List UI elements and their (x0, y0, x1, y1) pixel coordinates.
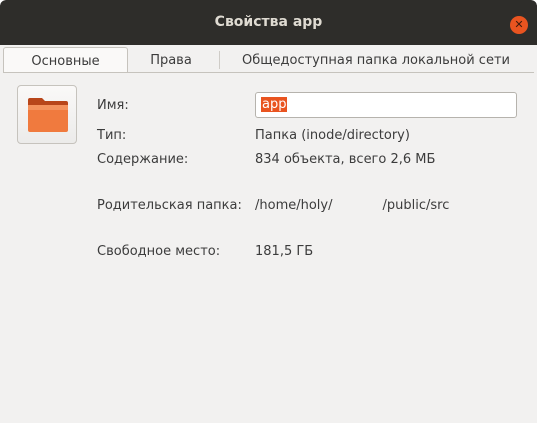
tab-permissions[interactable]: Права (129, 47, 213, 72)
contents-label: Содержание: (97, 152, 189, 167)
parent-folder-label: Родительская папка: (97, 198, 242, 213)
parent-folder-path-end: /public/src (382, 198, 450, 213)
parent-folder-value: /home/holy/ /public/src (255, 198, 449, 213)
tab-separator (219, 51, 220, 69)
folder-icon-button[interactable] (17, 85, 77, 144)
tab-bar: Основные Права Общедоступная папка локал… (3, 45, 534, 73)
name-label: Имя: (97, 98, 129, 113)
tab-basic[interactable]: Основные (3, 47, 128, 72)
tab-local-network-share[interactable]: Общедоступная папка локальной сети (221, 47, 531, 72)
title-bar[interactable]: Свойства app ✕ (0, 0, 537, 45)
close-button[interactable]: ✕ (510, 16, 528, 34)
window-title: Свойства app (214, 14, 323, 30)
parent-folder-path-start: /home/holy/ (255, 198, 333, 213)
folder-icon (28, 98, 68, 132)
free-space-label: Свободное место: (97, 244, 221, 259)
type-label: Тип: (97, 128, 127, 143)
name-input[interactable]: app (255, 92, 517, 118)
properties-window: Свойства app ✕ Основные Права Общедоступ… (0, 0, 537, 423)
contents-value: 834 объекта, всего 2,6 МБ (255, 152, 436, 167)
basic-panel: Имя: app Тип: Папка (inode/directory) Со… (3, 73, 534, 423)
name-value-selected: app (261, 97, 288, 112)
free-space-value: 181,5 ГБ (255, 244, 314, 259)
type-value: Папка (inode/directory) (255, 128, 410, 143)
close-icon: ✕ (514, 18, 524, 31)
